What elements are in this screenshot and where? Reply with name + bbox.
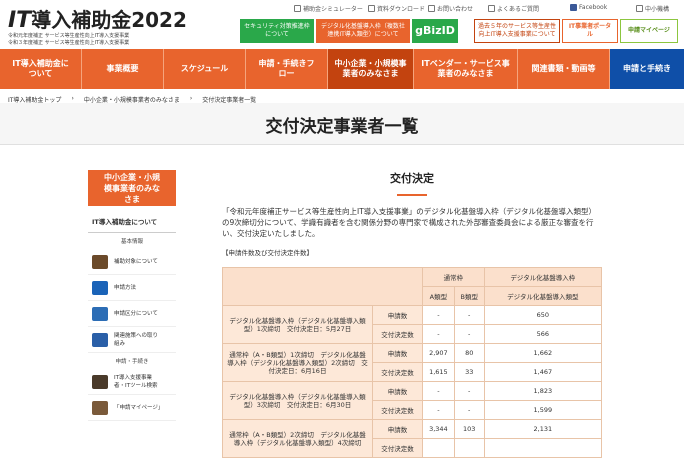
util-facebook-link[interactable]: Facebook	[570, 4, 607, 11]
cell-value	[422, 438, 455, 458]
people-icon	[92, 254, 108, 269]
sidebar-category-basic: 基本情報	[120, 239, 143, 245]
cell-value: -	[453, 305, 485, 325]
table-corner	[222, 267, 423, 306]
cell-kind: 交付決定数	[372, 438, 423, 458]
nav-overview[interactable]: 事業概要	[82, 49, 164, 89]
cell-value: -	[422, 324, 455, 344]
intro-paragraph: 「令和元年度補正サービス等生産性向上IT導入支援事業」のデジタル化基盤導入枠（デ…	[222, 207, 596, 238]
cell-value: -	[453, 324, 485, 344]
util-contact-link[interactable]: お問い合わせ	[428, 4, 473, 13]
sidebar-item-search[interactable]: IT導入支援事業者・ITツール検索	[88, 369, 176, 395]
cell-kind: 交付決定数	[372, 362, 423, 382]
util-simulator-link[interactable]: 補助金シミュレーター	[294, 4, 363, 13]
page-title: 交付決定事業者一覧	[265, 117, 419, 137]
th-digital-type: デジタル化基盤導入類型	[483, 286, 603, 306]
th-type-a: A類型	[422, 286, 455, 306]
banner-vendor-portal[interactable]: IT事業者ポータル	[562, 19, 618, 43]
cell-value: 650	[483, 305, 603, 325]
cell-value: 33	[453, 362, 485, 382]
util-download-link[interactable]: 資料ダウンロード	[368, 4, 425, 13]
sidebar-item-category[interactable]: 申請区分について	[88, 301, 176, 327]
cell-kind: 交付決定数	[372, 324, 423, 344]
sidebar-item-target[interactable]: 補助対象について	[88, 249, 176, 275]
banner-past-5-years[interactable]: 過去５年のサービス等生産性向上IT導入支援事業について	[474, 19, 560, 43]
row-label: デジタル化基盤導入枠（デジタル化基盤導入類型）1次締切 交付決定日：5月27日	[222, 305, 373, 344]
cell-value: 103	[453, 419, 485, 439]
util-smrj-link[interactable]: 中小機構	[636, 4, 669, 13]
page-icon	[92, 400, 108, 415]
main-content: 交付決定 「令和元年度補正サービス等生産性向上IT導入支援事業」のデジタル化基盤…	[222, 170, 602, 257]
logo-text: 導入補助金2022	[31, 8, 187, 32]
logo-subtitle-1: 令和元年度補正 サービス等生産性向上IT導入支援事業	[8, 33, 130, 39]
sidebar-item-method[interactable]: 申請方法	[88, 275, 176, 301]
card-icon	[92, 306, 108, 321]
nav-sme[interactable]: 中小企業・小規模事業者のみなさま	[328, 49, 414, 89]
cell-value: 1,823	[483, 381, 603, 401]
th-type-b: B類型	[453, 286, 485, 306]
cell-value: -	[422, 400, 455, 420]
cell-kind: 申請数	[372, 343, 423, 363]
logo-subtitle-2: 令和３年度補正 サービス等生産性向上IT導入支援事業	[8, 40, 130, 46]
link-icon	[92, 332, 108, 347]
nav-schedule[interactable]: スケジュール	[164, 49, 246, 89]
row-label: 通常枠（A・B類型）2次締切 デジタル化基盤導入枠（デジタル化基盤導入類型）4次…	[222, 419, 373, 458]
cell-value: 3,344	[422, 419, 455, 439]
banner-digital-base[interactable]: デジタル化基盤導入枠（複数社連携IT導入類型）について	[316, 19, 410, 43]
monitor-icon	[92, 280, 108, 295]
cell-value	[483, 438, 603, 458]
download-icon	[368, 5, 375, 12]
banner-gbizid[interactable]: gBizID	[412, 19, 458, 43]
cell-value: 1,467	[483, 362, 603, 382]
cell-value: 2,131	[483, 419, 603, 439]
table-caption: 【申請件数及び交付決定件数】	[222, 249, 313, 257]
cell-kind: 申請数	[372, 305, 423, 325]
sidebar: 中小企業・小規模事業者のみなさま IT導入補助金について 基本情報 補助対象につ…	[88, 170, 176, 421]
sidebar-item-related[interactable]: 関連施策への取り組み	[88, 327, 176, 353]
org-icon	[636, 5, 643, 12]
cell-value	[453, 438, 485, 458]
nav-apply[interactable]: 申請と手続き	[610, 49, 684, 89]
cell-value: 1,599	[483, 400, 603, 420]
th-digital: デジタル化基盤導入枠	[483, 267, 603, 287]
cell-value: -	[453, 400, 485, 420]
row-label: デジタル化基盤導入枠（デジタル化基盤導入類型）3次締切 交付決定日：6月30日	[222, 381, 373, 420]
cell-kind: 申請数	[372, 419, 423, 439]
results-table: 通常枠 デジタル化基盤導入枠 A類型 B類型 デジタル化基盤導入類型 デジタル化…	[222, 267, 603, 458]
facebook-icon	[570, 4, 577, 11]
banner-mypage[interactable]: 申請マイページ	[620, 19, 678, 43]
th-normal: 通常枠	[422, 267, 485, 287]
nav-about[interactable]: IT導入補助金について	[0, 49, 82, 89]
cell-kind: 交付決定数	[372, 400, 423, 420]
sidebar-item-mypage[interactable]: 「申請マイページ」	[88, 395, 176, 421]
row-label: 通常枠（A・B類型）1次締切 デジタル化基盤導入枠（デジタル化基盤導入類型）2次…	[222, 343, 373, 382]
cell-value: -	[453, 381, 485, 401]
question-icon	[488, 5, 495, 12]
nav-documents[interactable]: 関連書類・動画等	[518, 49, 610, 89]
mail-icon	[428, 5, 435, 12]
sidebar-header: 中小企業・小規模事業者のみなさま	[88, 170, 176, 206]
cell-value: 1,662	[483, 343, 603, 363]
banner-security[interactable]: セキュリティ対策推進枠について	[240, 19, 314, 43]
cell-value: 80	[453, 343, 485, 363]
cell-value: -	[422, 381, 455, 401]
main-nav: IT導入補助金について 事業概要 スケジュール 申請・手続きフロー 中小企業・小…	[0, 49, 684, 89]
cell-value: 2,907	[422, 343, 455, 363]
nav-vendor[interactable]: ITベンダー・サービス事業者のみなさま	[414, 49, 518, 89]
nav-flow[interactable]: 申請・手続きフロー	[246, 49, 328, 89]
cell-value: 566	[483, 324, 603, 344]
sidebar-section-about[interactable]: IT導入補助金について	[88, 206, 176, 233]
calculator-icon	[294, 5, 301, 12]
site-logo[interactable]: IT導入補助金2022 令和元年度補正 サービス等生産性向上IT導入支援事業 令…	[8, 4, 187, 47]
util-faq-link[interactable]: よくあるご質問	[488, 4, 539, 13]
cell-kind: 申請数	[372, 381, 423, 401]
section-heading: 交付決定	[390, 172, 434, 185]
sidebar-category-apply: 申請・手続き	[115, 359, 149, 365]
person-icon	[92, 374, 108, 389]
cell-value: 1,615	[422, 362, 455, 382]
site-header: IT導入補助金2022 令和元年度補正 サービス等生産性向上IT導入支援事業 令…	[0, 0, 684, 48]
heading-underline	[397, 194, 427, 196]
logo-prefix: IT	[8, 8, 32, 33]
cell-value: -	[422, 305, 455, 325]
